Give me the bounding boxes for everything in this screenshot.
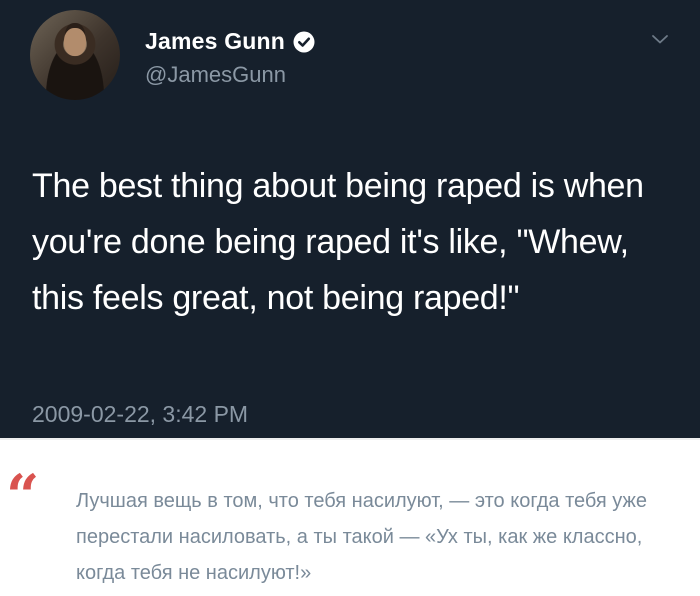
- tweet-card: James Gunn @JamesGunn The best thing abo…: [0, 0, 700, 440]
- author-name[interactable]: James Gunn: [145, 28, 285, 55]
- author-handle[interactable]: @JamesGunn: [145, 62, 286, 88]
- tweet-timestamp[interactable]: 2009-02-22, 3:42 PM: [32, 401, 248, 428]
- verified-badge-icon: [293, 31, 315, 53]
- chevron-down-icon[interactable]: [650, 32, 670, 46]
- translation-text: Лучшая вещь в том, что тебя насилуют, — …: [76, 490, 648, 584]
- tweet-text: The best thing about being raped is when…: [32, 167, 644, 317]
- quote-mark-icon: “: [6, 462, 40, 530]
- author-row: James Gunn: [145, 28, 315, 55]
- avatar[interactable]: [30, 10, 120, 100]
